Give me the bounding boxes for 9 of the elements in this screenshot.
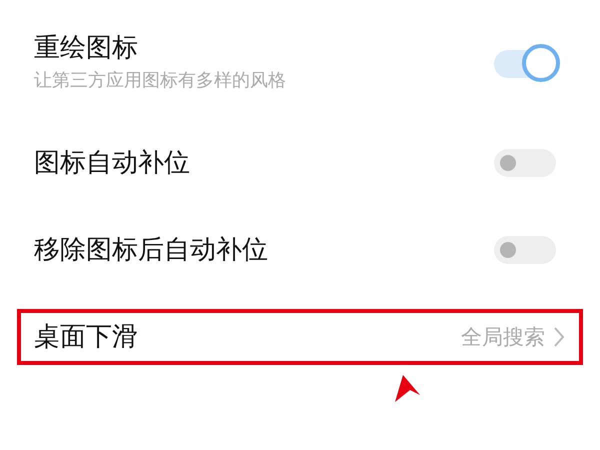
setting-title: 移除图标后自动补位 (34, 234, 269, 267)
toggle-switch[interactable] (494, 44, 560, 84)
setting-title: 重绘图标 (34, 32, 139, 65)
pointer-arrow (395, 375, 420, 402)
setting-description: 让第三方应用图标有多样的风格 (34, 69, 287, 93)
setting-title: 图标自动补位 (34, 147, 191, 180)
chevron-right-icon (553, 326, 565, 348)
setting-value: 全局搜索 (461, 324, 545, 351)
setting-title: 桌面下滑 (34, 321, 139, 354)
